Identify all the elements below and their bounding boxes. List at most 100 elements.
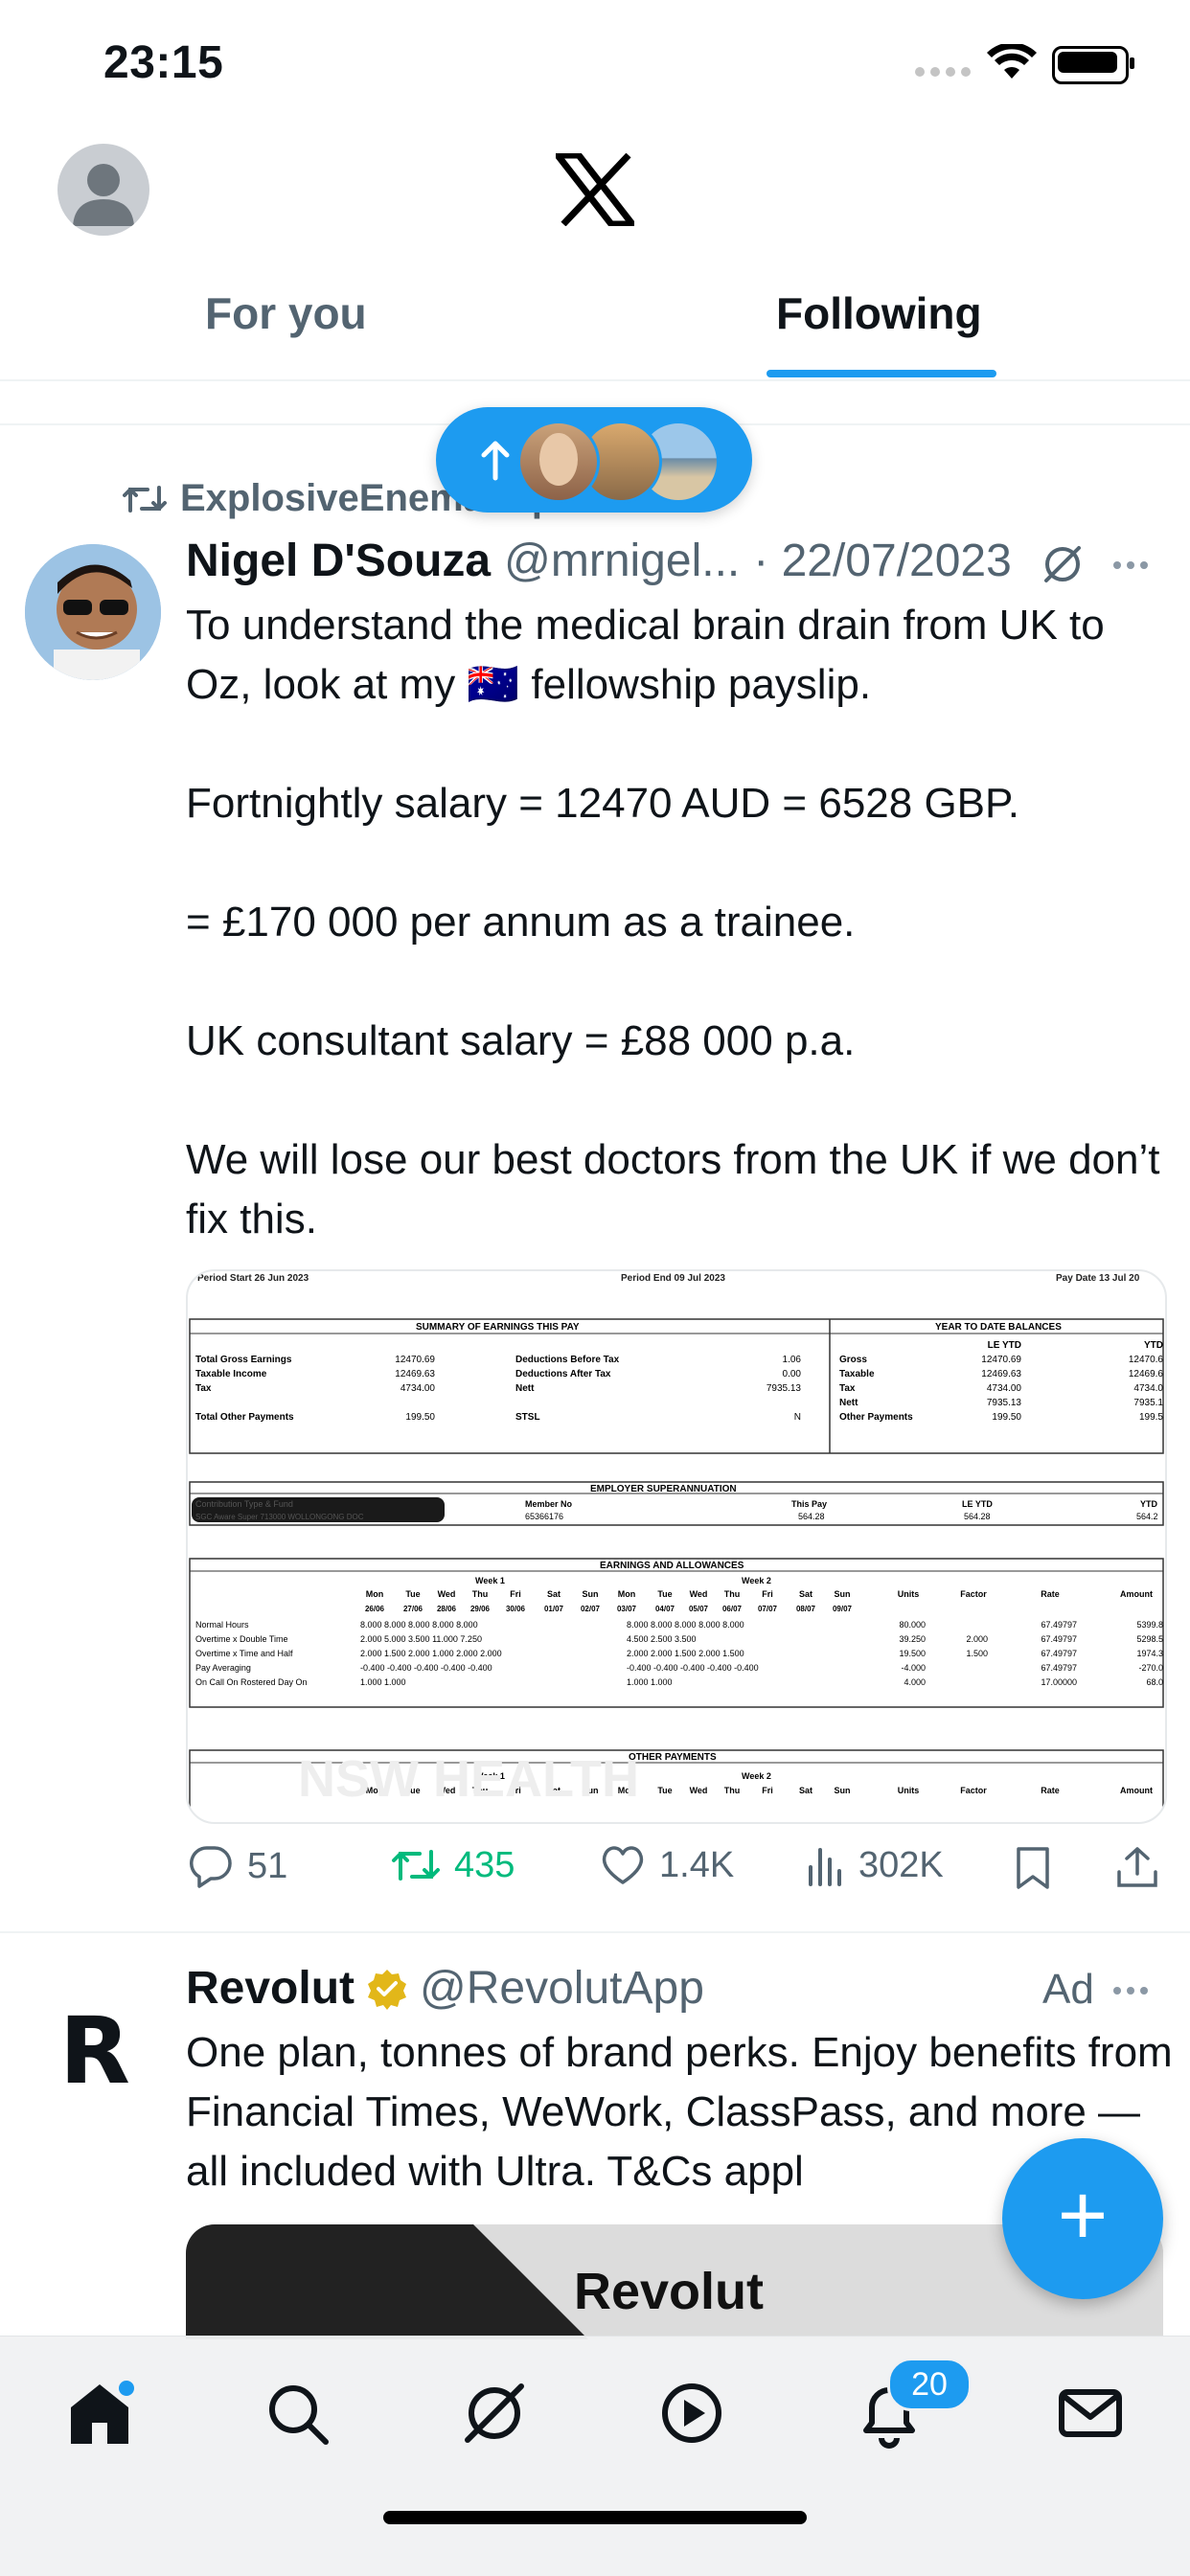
payslip-day-header: Sat [799,1786,812,1795]
tweet-date[interactable]: · 22/07/2023 [753,535,1012,587]
payslip-day-header: Thu [724,1786,741,1795]
arrow-up-icon [481,441,510,481]
svg-text:Member No: Member No [525,1499,573,1509]
payslip-earning-units: 39.250 [899,1634,926,1644]
repost-button[interactable]: 435 [391,1844,515,1886]
tweet-media-payslip[interactable]: Period Start 26 Jun 2023 Period End 09 J… [186,1269,1167,1824]
payslip-ytd-value: 4734.0 [1133,1383,1163,1394]
payslip-date-header: 28/06 [437,1605,457,1613]
payslip-earning-label: Overtime x Double Time [195,1634,288,1644]
more-options-icon[interactable] [1113,561,1148,569]
payslip-day-header: Sun [835,1786,851,1795]
payslip-ytd-value: 199.5 [1139,1412,1163,1423]
payslip-earning-week1: 1.000 1.000 [360,1677,406,1687]
payslip-earning-factor: 1.500 [966,1649,988,1658]
like-button[interactable]: 1.4K [600,1844,734,1886]
x-logo-icon[interactable] [556,153,634,226]
payslip-earning-week1: 2.000 1.500 2.000 1.000 2.000 2.000 [360,1649,502,1658]
payslip-period-end: Period End 09 Jul 2023 [621,1273,725,1284]
payslip-other-title: OTHER PAYMENTS [629,1752,717,1763]
author-handle[interactable]: @mrnigel... [504,535,740,587]
payslip-date-header: 05/07 [689,1605,709,1613]
payslip-day-header: Sun [835,1589,851,1599]
payslip-summary-value: 12470.69 [395,1355,435,1365]
home-icon[interactable] [61,2375,138,2451]
ad-banner-text: Revolut [574,2263,764,2320]
payslip-date-header: 02/07 [581,1605,601,1613]
repost-icon [392,1850,440,1881]
payslip-day-header: Thu [472,1589,489,1599]
svg-text:This Pay: This Pay [791,1499,827,1509]
payslip-day-header: Fri [762,1589,773,1599]
payslip-earnings-title: EARNINGS AND ALLOWANCES [600,1561,744,1571]
payslip-date-header: 06/07 [722,1605,743,1613]
reply-button[interactable]: 51 [188,1844,287,1888]
svg-text:Week 1: Week 1 [475,1576,505,1585]
payslip-earning-amount: 5399.8 [1136,1620,1163,1630]
views-icon [809,1848,841,1886]
payslip-ytd-value: 7935.1 [1133,1398,1163,1408]
payslip-ytd-value: 12469.6 [1129,1369,1164,1379]
payslip-day-header: Thu [724,1589,741,1599]
payslip-earning-week1: 8.000 8.000 8.000 8.000 8.000 [360,1620,478,1630]
payslip-earning-amount: 68.0 [1146,1677,1163,1687]
search-icon[interactable] [259,2375,335,2451]
payslip-earning-week1: 2.000 5.000 3.500 11.000 7.250 [360,1634,482,1644]
tab-following[interactable]: Following [776,287,982,339]
repost-count: 435 [454,1844,515,1885]
payslip-day-header: Rate [1041,1589,1060,1599]
payslip-day-header: Sun [583,1589,599,1599]
payslip-day-header: Sat [799,1589,812,1599]
payslip-earning-week2: 2.000 2.000 1.500 2.000 1.500 [627,1649,744,1658]
payslip-day-header: Mon [618,1589,636,1599]
revolut-logo-icon[interactable]: R [59,1997,130,2105]
svg-text:65366176: 65366176 [525,1512,563,1521]
svg-text:564.28: 564.28 [964,1512,991,1521]
payslip-summary-value: N [794,1412,801,1423]
payslip-day-header: Units [898,1786,920,1795]
payslip-earning-label: Normal Hours [195,1620,249,1630]
grok-icon[interactable] [1041,542,1085,586]
payslip-day-header: Amount [1120,1786,1153,1795]
svg-text:YTD: YTD [1140,1499,1158,1509]
messages-icon[interactable] [1052,2375,1129,2451]
bookmark-icon[interactable] [1016,1846,1050,1890]
repost-icon [123,485,167,513]
author-avatar[interactable] [25,544,161,680]
new-posts-pill[interactable] [436,407,752,513]
payslip-earning-week2: -0.400 -0.400 -0.400 -0.400 -0.400 [627,1663,759,1673]
compose-button[interactable]: + [1002,2138,1163,2299]
svg-text:Week 2: Week 2 [742,1576,771,1585]
payslip-earning-week2: 1.000 1.000 [627,1677,673,1687]
profile-avatar[interactable] [57,144,149,236]
view-count: 302K [858,1844,944,1885]
payslip-day-header: Wed [690,1589,708,1599]
payslip-earning-rate: 67.49797 [1041,1649,1077,1658]
payslip-ytd-header: YTD [1144,1340,1163,1351]
payslip-day-header: Rate [1041,1786,1060,1795]
cellular-signal-icon [915,67,971,77]
payslip-earning-amount: -270.0 [1138,1663,1163,1673]
payslip-date-header: 03/07 [617,1605,637,1613]
ad-more-options-icon[interactable] [1113,1987,1148,1995]
payslip-day-header: Factor [960,1589,987,1599]
ad-brand-name[interactable]: Revolut [186,1962,355,2015]
author-name[interactable]: Nigel D'Souza [186,535,491,587]
svg-text:564.2: 564.2 [1136,1512,1158,1521]
payslip-earning-label: Pay Averaging [195,1663,251,1673]
tab-for-you[interactable]: For you [205,287,367,339]
payslip-day-header: Wed [690,1786,708,1795]
payslip-earning-rate: 17.00000 [1041,1677,1077,1687]
payslip-pay-date: Pay Date 13 Jul 20 [1056,1273,1140,1284]
payslip-summary-label: Total Other Payments [195,1412,294,1423]
views-button[interactable]: 302K [807,1844,944,1886]
share-icon[interactable] [1115,1845,1159,1889]
svg-text:Week 2: Week 2 [742,1771,771,1781]
payslip-date-header: 26/06 [365,1605,385,1613]
video-icon[interactable] [653,2375,730,2451]
home-indicator[interactable] [383,2511,807,2524]
payslip-day-header: Tue [405,1589,420,1599]
grok-icon[interactable] [456,2375,533,2451]
ad-handle[interactable]: @RevolutApp [420,1962,704,2015]
payslip-earning-label: On Call On Rostered Day On [195,1677,308,1687]
